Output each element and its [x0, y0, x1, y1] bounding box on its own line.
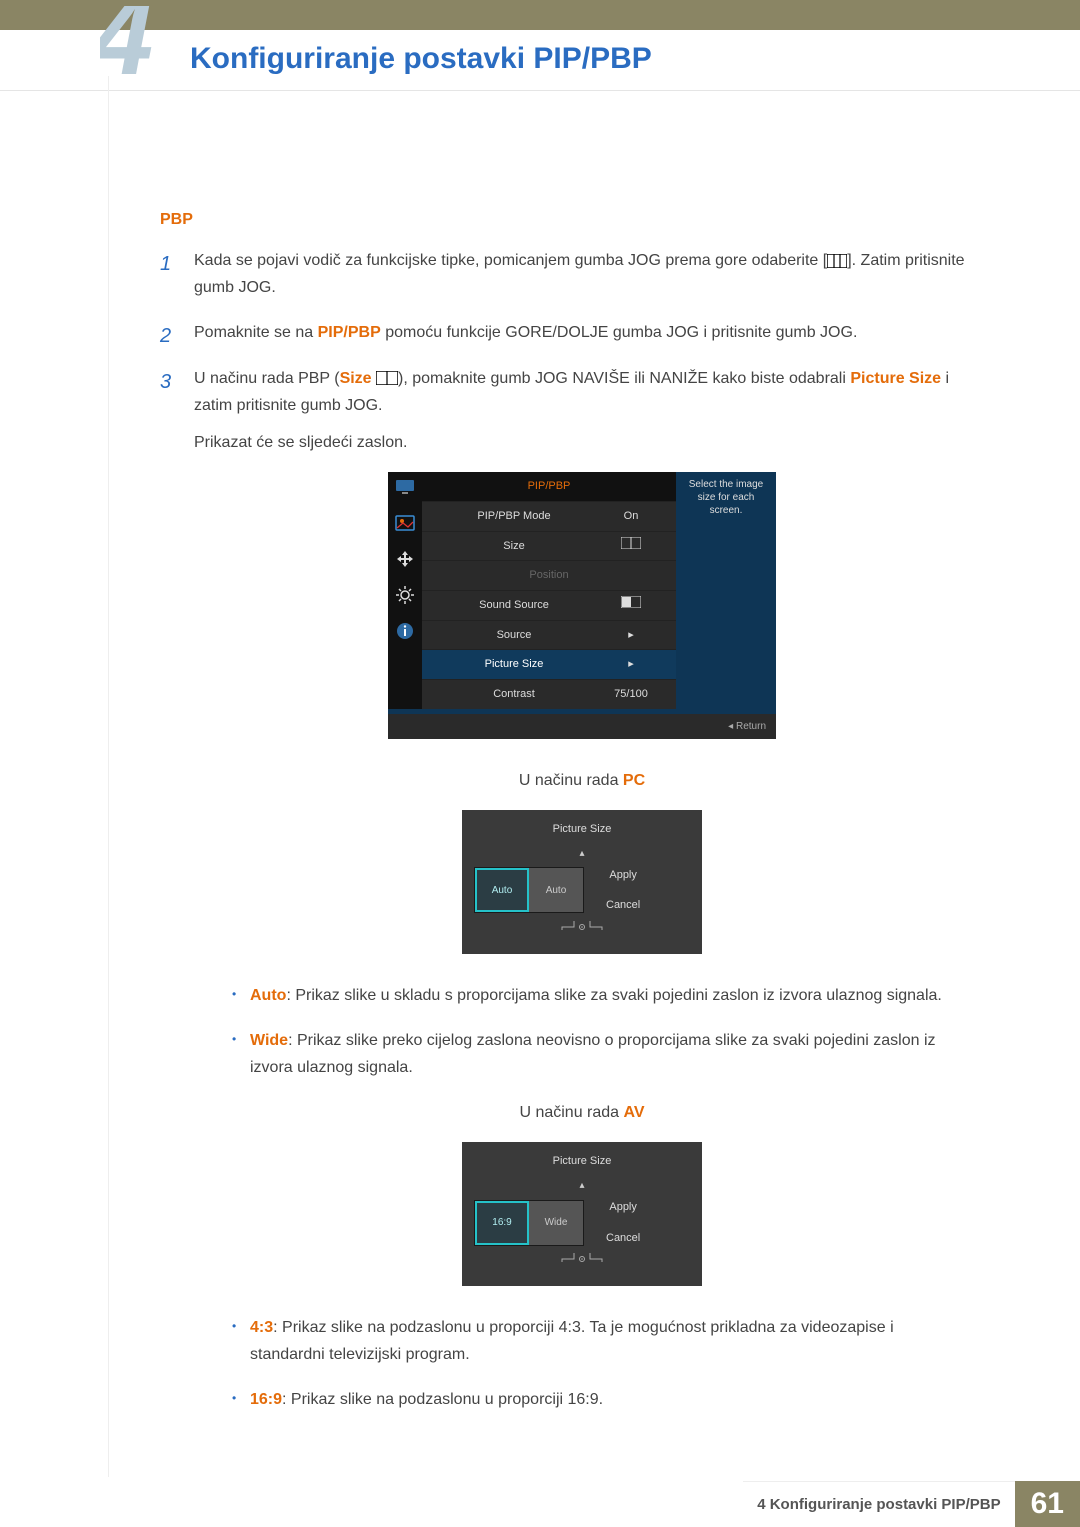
chapter-number-bg: 4: [100, 6, 170, 76]
osd-figure: PIP/PBP PIP/PBP ModeOn Size Position Sou…: [194, 472, 970, 739]
step-3-text-e: Prikazat će se sljedeći zaslon.: [194, 429, 970, 456]
pc-mode-caption: U načinu rada PC: [194, 767, 970, 794]
ps-pc-apply: Apply: [606, 866, 640, 885]
step-list: Kada se pojavi vodič za funkcijske tipke…: [160, 247, 970, 1414]
ps-av-panel: Picture Size ▴ 16:9 Wide Apply Cancel: [462, 1142, 702, 1286]
up-arrow-icon: ▴: [474, 1177, 690, 1194]
chevron-right-icon: ▸: [596, 655, 666, 674]
margin-rule: [108, 76, 109, 1477]
osd-main: PIP/PBP PIP/PBP ModeOn Size Position Sou…: [422, 472, 676, 709]
step-2-key: PIP/PBP: [318, 324, 381, 341]
pc-bullets: Auto: Prikaz slike u skladu s proporcija…: [228, 982, 970, 1082]
page-title: Konfiguriranje postavki PIP/PBP: [190, 42, 1080, 76]
step-3-text-a: U načinu rada PBP (: [194, 370, 340, 387]
ps-av-right: Wide: [529, 1201, 583, 1245]
bullet-16-9: 16:9: Prikaz slike na podzaslonu u propo…: [228, 1386, 970, 1413]
content: PBP Kada se pojavi vodič za funkcijske t…: [0, 91, 1080, 1414]
picture-size-pc-figure: Picture Size ▴ Auto Auto Apply Cancel: [194, 810, 970, 954]
av-bullets: 4:3: Prikaz slike na podzaslonu u propor…: [228, 1314, 970, 1414]
ps-pc-screens: Auto Auto: [474, 867, 584, 913]
step-3-picsize: Picture Size: [850, 370, 941, 387]
stand-icon: [474, 1251, 690, 1272]
av-mode-caption: U načinu rada AV: [194, 1099, 970, 1126]
sound-left-icon: [596, 596, 666, 615]
step-1-text-a: Kada se pojavi vodič za funkcijske tipke…: [194, 252, 827, 269]
move-arrows-icon: [394, 548, 416, 570]
footer-chapter-label: 4 Konfiguriranje postavki PIP/PBP: [743, 1481, 1014, 1527]
ps-av-apply: Apply: [606, 1198, 640, 1217]
step-3-size: Size: [340, 370, 372, 387]
ps-pc-left: Auto: [475, 868, 529, 912]
page: 4 Konfiguriranje postavki PIP/PBP PBP Ka…: [0, 0, 1080, 1527]
ps-av-left: 16:9: [475, 1201, 529, 1245]
monitor-icon: [394, 476, 416, 498]
step-3: U načinu rada PBP (Size ), pomaknite gum…: [160, 365, 970, 1414]
bullet-auto: Auto: Prikaz slike u skladu s proporcija…: [228, 982, 970, 1009]
info-icon: [394, 620, 416, 642]
step-3-text-c: ), pomaknite gumb JOG NAVIŠE ili NANIŽE …: [398, 370, 850, 387]
menu-grid-icon: [827, 254, 847, 268]
section-heading: PBP: [160, 211, 970, 229]
footer-page-number: 61: [1015, 1481, 1080, 1527]
osd-sidebar: [388, 472, 422, 709]
bullet-4-3: 4:3: Prikaz slike na podzaslonu u propor…: [228, 1314, 970, 1368]
step-1: Kada se pojavi vodič za funkcijske tipke…: [160, 247, 970, 301]
ps-pc-right: Auto: [529, 868, 583, 912]
osd-row-picture-size: Picture Size▸: [422, 649, 676, 679]
chevron-right-icon: ▸: [596, 626, 666, 645]
pbp-split-icon: [376, 371, 398, 385]
osd-panel: PIP/PBP PIP/PBP ModeOn Size Position Sou…: [388, 472, 776, 739]
ps-pc-cancel: Cancel: [606, 896, 640, 915]
pbp-size-icon: [596, 537, 666, 556]
osd-row-contrast: Contrast75/100: [422, 679, 676, 709]
step-2: Pomaknite se na PIP/PBP pomoću funkcije …: [160, 319, 970, 346]
ps-av-cancel: Cancel: [606, 1229, 640, 1248]
osd-row-sound: Sound Source: [422, 590, 676, 620]
ps-pc-title: Picture Size: [474, 820, 690, 839]
ps-av-screens: 16:9 Wide: [474, 1200, 584, 1246]
return-arrow-icon: ◂: [728, 721, 736, 732]
step-2-text-b: pomoću funkcije GORE/DOLJE gumba JOG i p…: [381, 324, 858, 341]
bullet-wide: Wide: Prikaz slike preko cijelog zaslona…: [228, 1027, 970, 1081]
stand-icon: [474, 919, 690, 940]
osd-row-mode: PIP/PBP ModeOn: [422, 501, 676, 531]
picture-icon: [394, 512, 416, 534]
gear-icon: [394, 584, 416, 606]
picture-size-av-figure: Picture Size ▴ 16:9 Wide Apply Cancel: [194, 1142, 970, 1286]
page-footer: 4 Konfiguriranje postavki PIP/PBP 61: [0, 1481, 1080, 1527]
up-arrow-icon: ▴: [474, 845, 690, 862]
step-2-text-a: Pomaknite se na: [194, 324, 318, 341]
osd-row-position: Position: [422, 560, 676, 590]
ps-av-title: Picture Size: [474, 1152, 690, 1171]
osd-row-size: Size: [422, 531, 676, 561]
osd-row-source: Source▸: [422, 620, 676, 650]
osd-header: PIP/PBP: [422, 472, 676, 501]
osd-help-text: Select the image size for each screen.: [676, 472, 776, 709]
ps-pc-panel: Picture Size ▴ Auto Auto Apply Cancel: [462, 810, 702, 954]
osd-footer: ◂ Return: [388, 714, 776, 739]
